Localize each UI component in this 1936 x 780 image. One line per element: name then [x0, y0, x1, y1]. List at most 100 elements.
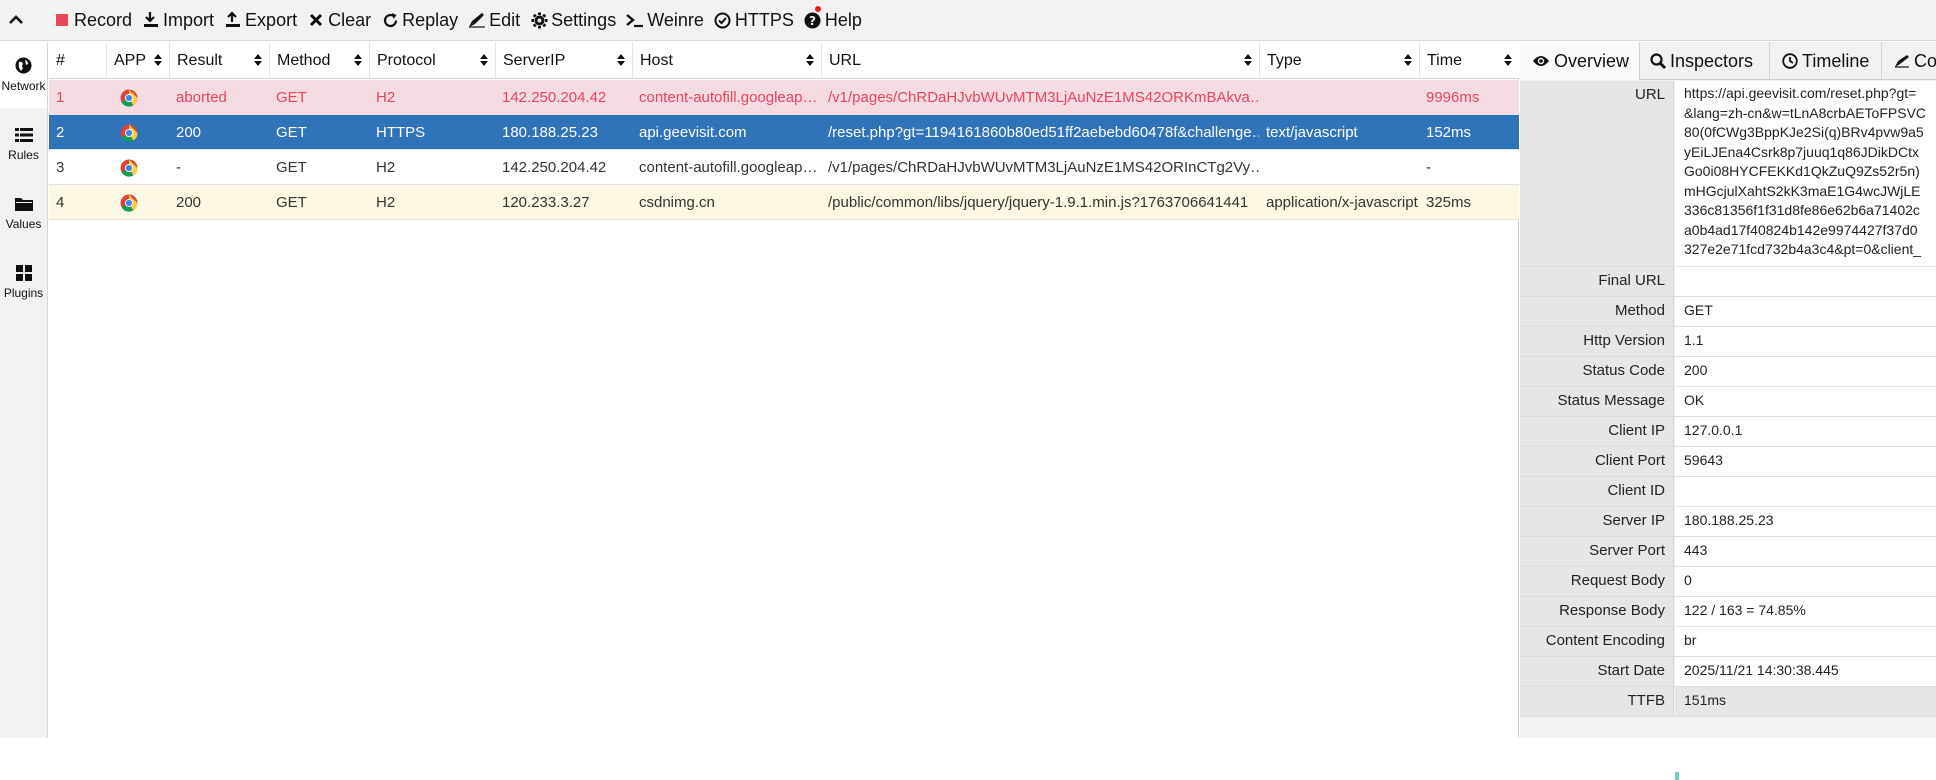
sort-icon — [1404, 54, 1412, 66]
cell-host: csdnimg.cn — [639, 194, 715, 211]
overview-value[interactable]: OK — [1675, 387, 1936, 416]
tab-inspectors[interactable]: Inspectors — [1640, 42, 1770, 80]
collapse-toolbar-button[interactable] — [0, 0, 32, 41]
cell-app — [106, 185, 169, 220]
column-header-app[interactable]: APP — [106, 42, 169, 79]
column-header-method[interactable]: Method — [269, 42, 369, 79]
network-list-header: # APP Result Method Protocol ServerIP Ho… — [49, 42, 1519, 79]
overview-value[interactable]: 200 — [1675, 357, 1936, 386]
nav-item-network[interactable]: Network — [0, 42, 47, 108]
overview-row: TTFB 151ms — [1520, 687, 1936, 717]
folder-icon — [14, 197, 33, 211]
overview-label: Method — [1520, 297, 1674, 326]
cell-url: /reset.php?gt=1194161860b80ed51ff2aebebd… — [828, 124, 1259, 141]
column-header-type[interactable]: Type — [1259, 42, 1419, 79]
overview-label: Final URL — [1520, 267, 1674, 296]
column-header-host[interactable]: Host — [632, 42, 821, 79]
table-row[interactable]: 3 - GET H2 142.250.204.42 content-autofi… — [49, 150, 1519, 185]
column-label: Protocol — [377, 51, 436, 69]
url-line: yEiLJEna4Csrk8p7juuq1q86JDikDCtx — [1684, 143, 1920, 160]
network-list: # APP Result Method Protocol ServerIP Ho… — [49, 42, 1519, 738]
overview-label: Content Encoding — [1520, 627, 1674, 656]
cell-protocol: H2 — [376, 194, 396, 211]
weinre-button[interactable]: Weinre — [625, 0, 713, 41]
nav-item-rules[interactable]: Rules — [0, 111, 47, 177]
column-label: ServerIP — [503, 51, 566, 69]
cell-method: GET — [276, 194, 307, 211]
https-label: HTTPS — [734, 9, 794, 30]
overview-value[interactable]: 127.0.0.1 — [1675, 417, 1936, 446]
overview-url-value[interactable]: https://api.geevisit.com/reset.php?gt= &… — [1675, 81, 1936, 266]
overview-value[interactable]: 0 — [1675, 567, 1936, 596]
overview-row: Response Body 122 / 163 = 74.85% — [1520, 597, 1936, 627]
chrome-icon — [120, 194, 138, 212]
tab-composer[interactable]: Co — [1882, 42, 1936, 80]
question-circle-icon: ? — [804, 12, 821, 28]
overview-value[interactable]: GET — [1675, 297, 1936, 326]
cell-host: content-autofill.googleap… — [639, 89, 818, 106]
column-label: URL — [829, 51, 862, 69]
overview-value[interactable]: 2025/11/21 14:30:38.445 — [1675, 657, 1936, 686]
overview-row: Http Version 1.1 — [1520, 327, 1936, 357]
overview-value[interactable]: 1.1 — [1675, 327, 1936, 356]
help-button[interactable]: ? Help — [803, 0, 871, 41]
url-line: mHGcjulXahtS2kK3maE1G4wcJWjLE — [1684, 182, 1921, 199]
column-header-server-ip[interactable]: ServerIP — [495, 42, 632, 79]
replay-button[interactable]: Replay — [380, 0, 467, 41]
overview-row-url: URL https://api.geevisit.com/reset.php?g… — [1520, 81, 1936, 267]
column-header-time[interactable]: Time — [1419, 42, 1519, 79]
tab-overview[interactable]: Overview — [1520, 42, 1640, 80]
chevron-up-icon — [9, 15, 23, 24]
tab-timeline[interactable]: Timeline — [1770, 42, 1882, 80]
grid-icon — [15, 264, 32, 281]
column-header-result[interactable]: Result — [169, 42, 269, 79]
table-row[interactable]: 4 200 GET H2 120.233.3.27 csdnimg.cn /pu… — [49, 185, 1519, 220]
export-label: Export — [245, 9, 298, 30]
cell-type: text/javascript — [1266, 124, 1358, 141]
column-label: Method — [277, 51, 331, 69]
nav-item-plugins[interactable]: Plugins — [0, 249, 47, 315]
overview-label: Status Code — [1520, 357, 1674, 386]
overview-value[interactable]: 122 / 163 = 74.85% — [1675, 597, 1936, 626]
overview-value[interactable] — [1675, 267, 1936, 296]
overview-value[interactable]: 151ms — [1675, 687, 1936, 716]
eye-icon — [1533, 56, 1549, 66]
table-row[interactable]: 2 200 GET HTTPS 180.188.25.23 api.geevis… — [49, 115, 1519, 150]
overview-label: Server Port — [1520, 537, 1674, 566]
record-label: Record — [74, 9, 133, 30]
edit-button[interactable]: Edit — [467, 0, 529, 41]
cell-time: 325ms — [1426, 194, 1472, 211]
column-header-protocol[interactable]: Protocol — [369, 42, 495, 79]
cell-number: 2 — [56, 124, 65, 141]
overview-value[interactable]: 443 — [1675, 537, 1936, 566]
nav-label-rules: Rules — [8, 147, 39, 162]
left-nav: Network Rules Values Plugins — [0, 42, 48, 738]
cell-number: 3 — [56, 159, 65, 176]
record-button[interactable]: Record — [52, 0, 141, 41]
column-label: APP — [114, 51, 147, 69]
column-header-number[interactable]: # — [49, 42, 106, 79]
settings-button[interactable]: Settings — [529, 0, 625, 41]
nav-item-values[interactable]: Values — [0, 180, 47, 246]
table-row[interactable]: 1 aborted GET H2 142.250.204.42 content-… — [49, 80, 1519, 115]
overview-value[interactable]: 59643 — [1675, 447, 1936, 476]
overview-row: Start Date 2025/11/21 14:30:38.445 — [1520, 657, 1936, 687]
column-label: Type — [1267, 51, 1302, 69]
https-button[interactable]: HTTPS — [713, 0, 803, 41]
import-button[interactable]: Import — [141, 0, 223, 41]
clear-button[interactable]: Clear — [306, 0, 380, 41]
overview-row: Server IP 180.188.25.23 — [1520, 507, 1936, 537]
nav-label-values: Values — [5, 216, 42, 231]
overview-value[interactable]: 180.188.25.23 — [1675, 507, 1936, 536]
export-button[interactable]: Export — [223, 0, 306, 41]
replay-label: Replay — [402, 9, 459, 30]
overview-value[interactable]: br — [1675, 627, 1936, 656]
cell-type: application/x-javascript — [1266, 194, 1418, 211]
cell-app — [106, 150, 169, 185]
url-line: &lang=zh-cn&w=tLnA8crbAEToFPSVC — [1684, 104, 1927, 121]
overview-label: Http Version — [1520, 327, 1674, 356]
cell-url: /v1/pages/ChRDaHJvbWUvMTM3LjAuNzE1MS42OR… — [828, 159, 1259, 176]
overview-value[interactable] — [1675, 477, 1936, 506]
replay-icon — [383, 12, 397, 27]
column-header-url[interactable]: URL — [821, 42, 1259, 79]
